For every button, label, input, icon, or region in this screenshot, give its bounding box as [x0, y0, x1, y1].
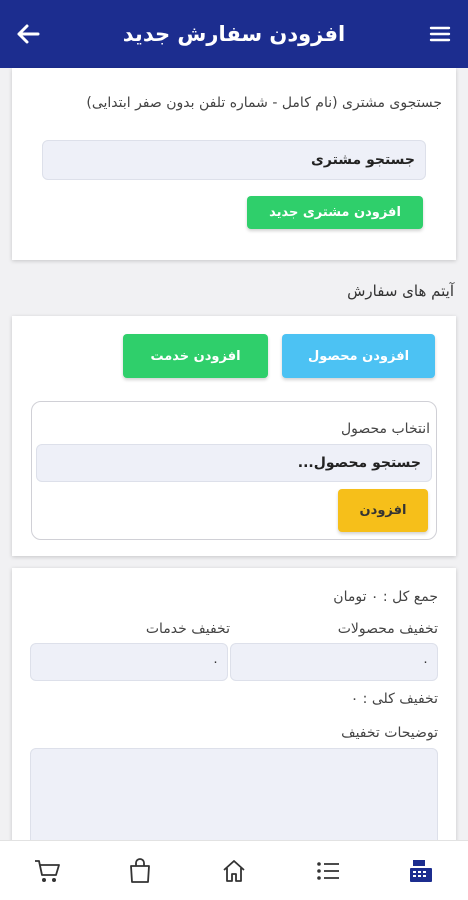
product-search-input[interactable]: جستجو محصول...: [36, 444, 432, 482]
shopping-bag-icon[interactable]: [120, 851, 160, 891]
bottom-nav: [0, 840, 468, 900]
order-items-card: افزودن محصول افزودن خدمت انتخاب محصول جس…: [12, 316, 456, 556]
total-discount: تخفیف کلی : ۰: [350, 691, 438, 707]
product-select-panel: انتخاب محصول جستجو محصول... افزودن: [31, 401, 437, 540]
menu-icon[interactable]: [426, 20, 454, 48]
total-amount: جمع کل : ۰ تومان: [333, 589, 438, 605]
back-arrow-icon[interactable]: [14, 20, 42, 48]
product-select-label: انتخاب محصول: [340, 421, 430, 437]
app-header: افزودن سفارش جدید: [0, 0, 468, 68]
add-product-button[interactable]: افزودن محصول: [282, 334, 435, 378]
add-customer-button[interactable]: افزودن مشتری جدید: [247, 196, 423, 229]
order-items-title: آیتم های سفارش: [347, 282, 454, 300]
service-discount-input[interactable]: ۰: [30, 643, 228, 681]
home-icon[interactable]: [214, 851, 254, 891]
customer-search-input[interactable]: جستجو مشتری: [42, 140, 426, 180]
cart-icon[interactable]: [27, 851, 67, 891]
add-product-confirm-button[interactable]: افزودن: [338, 489, 428, 532]
customer-search-label: جستجوی مشتری (نام کامل - شماره تلفن بدون…: [86, 95, 442, 111]
cash-register-icon[interactable]: [401, 851, 441, 891]
list-icon[interactable]: [308, 851, 348, 891]
product-discount-label: تخفیف محصولات: [337, 621, 438, 637]
product-discount-input[interactable]: ۰: [230, 643, 438, 681]
discount-notes-label: توضیحات تخفیف: [341, 725, 438, 741]
summary-card: جمع کل : ۰ تومان تخفیف محصولات تخفیف خدم…: [12, 568, 456, 858]
add-service-button[interactable]: افزودن خدمت: [123, 334, 268, 378]
service-discount-label: تخفیف خدمات: [145, 621, 230, 637]
page-title: افزودن سفارش جدید: [122, 22, 346, 46]
customer-card: جستجوی مشتری (نام کامل - شماره تلفن بدون…: [12, 68, 456, 260]
